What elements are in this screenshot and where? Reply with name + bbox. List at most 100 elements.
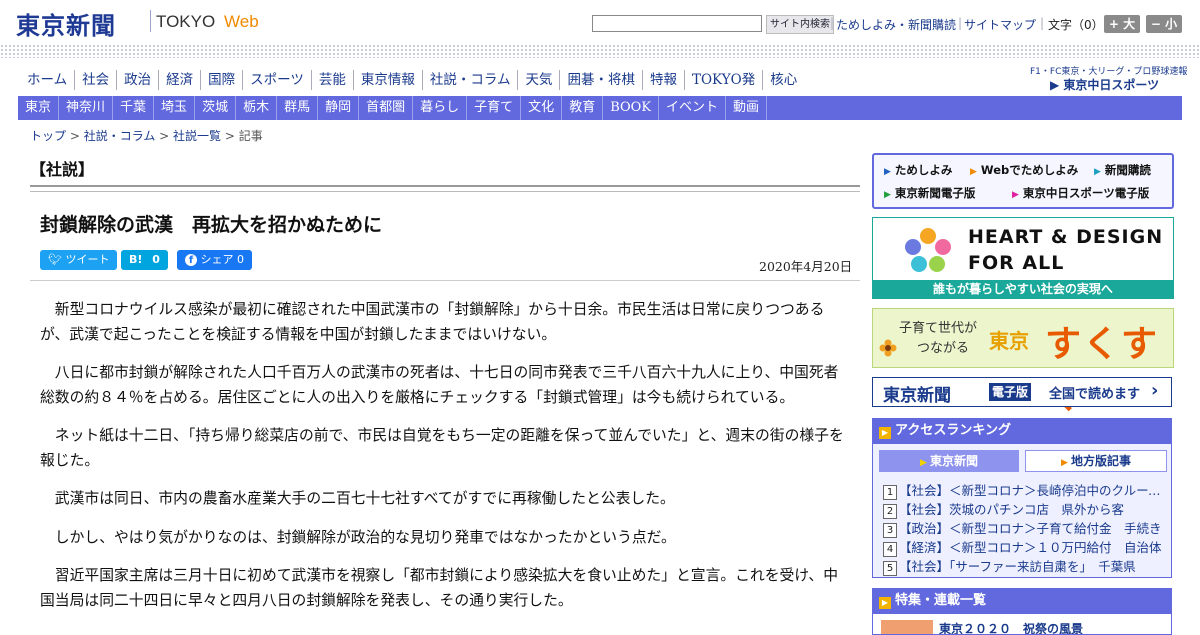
subscription-box: ▶ ためしよみ ▶ Webでためしよみ ▶ 新聞購読 ▶ 東京新聞電子版 ▶ 東京中日スポ… <box>872 153 1174 209</box>
nav-culture[interactable]: 文化 <box>521 96 563 120</box>
heart-design-emblem-icon <box>905 228 951 272</box>
play-square-icon: ▶ <box>879 427 891 439</box>
play-square-icon: ▶ <box>879 597 891 609</box>
article-paragraph: 習近平国家主席は三月十日に初めて武漢市を視察し「都市封鎖により感染拡大を食い止め… <box>40 567 839 609</box>
ranking-item[interactable]: 3 【政治】＜新型コロナ＞子育て給付金 手続き <box>883 518 1163 538</box>
chunichi-sports-logo[interactable]: ▶ 東京中日スポーツ <box>1050 76 1159 93</box>
breadcrumb-editorial-list[interactable]: 社説一覧 <box>173 129 221 143</box>
nav-economy[interactable]: 経済 <box>159 70 202 90</box>
chunichi-digital-link[interactable]: ▶ 東京中日スポーツ電子版 <box>1012 185 1149 201</box>
nav-tokyo-info[interactable]: 東京情報 <box>354 70 423 90</box>
article-paragraph: しかし、やはり気がかりなのは、封鎖解除が政治的な見切り発車ではなかったかという点… <box>54 528 676 546</box>
nav-video[interactable]: 動画 <box>726 96 768 120</box>
arrow-right-icon: ▶ <box>884 190 891 200</box>
nav-parenting[interactable]: 子育て <box>467 96 522 120</box>
nav-go-shogi[interactable]: 囲碁・将棋 <box>560 70 643 90</box>
font-larger-button[interactable]: + 大 <box>1104 15 1140 33</box>
sukusuku-tokyo: 東京 <box>989 329 1029 353</box>
sukusuku-banner[interactable]: 子育て世代が つながる 東京 すくすく <box>872 308 1174 417</box>
trial-subscribe-link[interactable]: ためしよみ・新聞購読 <box>836 16 956 33</box>
nav-society[interactable]: 社会 <box>75 70 118 90</box>
site-logo[interactable]: 東京新聞 <box>16 6 116 41</box>
tweet-button[interactable]: 🐦︎ ツイート <box>40 250 118 270</box>
heart-design-banner[interactable]: HEART & DESIGN FOR ALL 誰もが暮らしやすい社会の実現へ <box>872 217 1174 299</box>
region-tokyo[interactable]: 東京 <box>18 96 60 120</box>
nav-international[interactable]: 国際 <box>201 70 244 90</box>
sukusuku-tagline-2: つながる <box>917 341 970 356</box>
region-shutoken[interactable]: 首都圏 <box>359 96 414 120</box>
arrow-right-icon: ▶ <box>1094 167 1101 177</box>
section-label: 【社説】 <box>30 160 95 179</box>
nav-living[interactable]: 暮らし <box>413 96 468 120</box>
tokyo-digital-link[interactable]: ▶ 東京新聞電子版 <box>884 185 975 201</box>
digital-edition-text: 全国で読めます <box>1049 387 1141 402</box>
tab-local-edition[interactable]: ▶ 地方版記事 <box>1025 450 1167 472</box>
region-tochigi[interactable]: 栃木 <box>236 96 278 120</box>
article-paragraph: 八日に都市封鎖が解除された人口千百万人の武漢市の死者は、十七日の同市発表で三千八… <box>40 364 839 406</box>
nav-sports[interactable]: スポーツ <box>243 70 312 90</box>
site-header: 東京新聞 TOKYO Web サイト内検索 ためしよみ・新聞購読 | サイトマッ… <box>0 0 1200 44</box>
nav-tokyo-hatsu[interactable]: TOKYO発 <box>685 70 764 90</box>
site-search-button[interactable]: サイト内検索 <box>766 15 834 34</box>
nav-politics[interactable]: 政治 <box>117 70 160 90</box>
arrow-right-icon: ▶ <box>919 458 931 468</box>
nav-core[interactable]: 核心 <box>763 70 804 90</box>
ranking-item[interactable]: 5 【社会】「サーファー来訪自粛を」 千葉県 <box>883 556 1163 576</box>
region-ibaraki[interactable]: 茨城 <box>195 96 237 120</box>
nav-education[interactable]: 教育 <box>562 96 604 120</box>
arrow-right-icon: ▶ <box>970 167 977 177</box>
article-headline: 封鎖解除の武漢 再拡大を招かぬために <box>40 214 383 236</box>
region-shizuoka[interactable]: 静岡 <box>318 96 360 120</box>
nav-entertainment[interactable]: 芸能 <box>312 70 354 90</box>
heart-design-subtitle: FOR ALL <box>968 252 1065 274</box>
nav-event[interactable]: イベント <box>659 96 727 120</box>
breadcrumb-editorial-column[interactable]: 社説・コラム <box>84 129 156 143</box>
web-trial-read-link[interactable]: ▶ Webでためしよみ <box>970 162 1078 178</box>
digital-edition-badge: 電子版 <box>989 383 1032 401</box>
breadcrumb-top[interactable]: トップ <box>30 129 66 143</box>
chevron-right-icon: › <box>1151 380 1159 401</box>
arrow-right-icon: ▶ <box>1060 458 1072 468</box>
flower-icon <box>879 339 897 357</box>
logo-divider <box>150 10 151 32</box>
logo-tokyo-text[interactable]: TOKYO <box>156 12 215 32</box>
region-kanagawa[interactable]: 神奈川 <box>59 96 114 120</box>
nav-home[interactable]: ホーム <box>20 70 76 90</box>
facebook-share-button[interactable]: f シェア 0 <box>177 250 252 270</box>
font-size-label: 文字（0） <box>1048 18 1104 32</box>
breadcrumb-current: 記事 <box>238 129 263 143</box>
digital-edition-logo: 東京新聞 <box>883 386 951 406</box>
trial-read-link[interactable]: ▶ ためしよみ <box>884 162 952 178</box>
sitemap-link[interactable]: サイトマップ <box>964 16 1036 33</box>
article-date: 2020年4月20日 <box>759 259 853 274</box>
region-saitama[interactable]: 埼玉 <box>154 96 196 120</box>
digital-edition-banner[interactable]: 東京新聞 電子版 全国で読めます › <box>872 377 1172 407</box>
ranking-box: ▶ 東京新聞 ▶ 地方版記事 1 【社会】＜新型コロナ＞長崎停泊中のクルーズ船 2… <box>872 444 1172 578</box>
arrow-right-icon: ▶ <box>884 167 891 177</box>
features-header: ▶ 特集・連載一覧 <box>872 588 1172 614</box>
features-box: 東京２０２０ 祝祭の風景 <box>872 614 1172 635</box>
heart-design-title: HEART & DESIGN <box>968 226 1164 248</box>
feature-thumbnail[interactable] <box>881 620 933 634</box>
ranking-item[interactable]: 4 【経済】＜新型コロナ＞１０万円給付 自治体 <box>883 537 1163 557</box>
section-divider <box>30 185 860 192</box>
feature-item[interactable]: 東京２０２０ 祝祭の風景 <box>939 620 1083 634</box>
ranking-item[interactable]: 2 【社会】茨城のパチンコ店 県外から客 <box>883 499 1163 519</box>
region-gunma[interactable]: 群馬 <box>277 96 319 120</box>
hatena-bookmark-button[interactable]: B! 0 <box>121 250 168 270</box>
heart-design-tagline: 誰もが暮らしやすい社会の実現へ <box>873 280 1173 298</box>
font-smaller-button[interactable]: − 小 <box>1146 15 1182 33</box>
nav-book[interactable]: BOOK <box>603 96 660 120</box>
nav-editorial-column[interactable]: 社説・コラム <box>423 70 519 90</box>
search-input[interactable] <box>592 15 762 32</box>
tab-tokyo-shimbun[interactable]: ▶ 東京新聞 <box>879 450 1019 472</box>
region-nav: 東京 神奈川 千葉 埼玉 茨城 栃木 群馬 静岡 首都圏 暮らし 子育て 文化 … <box>18 96 1182 120</box>
region-chiba[interactable]: 千葉 <box>113 96 155 120</box>
nav-weather[interactable]: 天気 <box>518 70 561 90</box>
ranking-item[interactable]: 1 【社会】＜新型コロナ＞長崎停泊中のクルーズ船 <box>883 480 1163 500</box>
nav-special-report[interactable]: 特報 <box>643 70 685 90</box>
newspaper-subscribe-link[interactable]: ▶ 新聞購読 <box>1094 162 1151 178</box>
header-dotted-divider <box>0 44 1200 58</box>
breadcrumb: トップ > 社説・コラム > 社説一覧 > 記事 <box>30 129 263 143</box>
logo-web-text[interactable]: Web <box>224 12 259 32</box>
